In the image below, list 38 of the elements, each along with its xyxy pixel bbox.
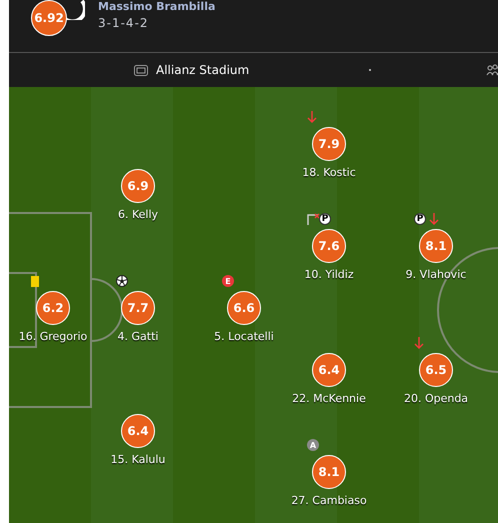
player-name: 4. Gatti xyxy=(118,330,158,343)
stadium-name: Allianz Stadium xyxy=(156,63,250,77)
player-name: 27. Cambiaso xyxy=(291,494,367,507)
event-badge: P xyxy=(319,213,331,225)
player-name: 20. Openda xyxy=(404,392,468,405)
event-badge: E xyxy=(222,275,234,287)
player-name: 18. Kostic xyxy=(302,166,356,179)
event-badge: P xyxy=(414,213,426,225)
rating-badge: 6.2 xyxy=(36,291,70,325)
player-name: 15. Kalulu xyxy=(110,453,166,466)
player-name: 22. McKennie xyxy=(292,392,366,405)
coach-name: Massimo Brambilla xyxy=(98,0,216,13)
stadium-icon xyxy=(134,64,148,76)
event-badge: A xyxy=(307,439,319,451)
football-icon xyxy=(116,275,128,287)
goal-post-cross-icon xyxy=(307,213,321,225)
player-name: 6. Kelly xyxy=(118,208,158,221)
rating-badge: 7.6 xyxy=(312,229,346,263)
separator-dot xyxy=(369,69,372,71)
rating-badge: 7.7 xyxy=(121,291,155,325)
rating-badge: 7.9 xyxy=(312,127,346,161)
rating-badge: 6.4 xyxy=(121,414,155,448)
down-arrow-icon xyxy=(429,213,439,225)
booking-card-icon xyxy=(31,276,39,286)
rating-badge: 8.1 xyxy=(312,455,346,489)
player-name: 5. Locatelli xyxy=(214,330,274,343)
team-rating: 6.92 xyxy=(31,0,67,36)
rating-badge: 6.6 xyxy=(227,291,261,325)
rating-badge: 6.5 xyxy=(419,353,453,387)
down-arrow-icon xyxy=(414,337,424,349)
rating-badge: 8.1 xyxy=(419,229,453,263)
player-name: 9. Vlahovic xyxy=(406,268,466,281)
rating-badge: 6.9 xyxy=(121,169,155,203)
player-name: 10. Yildiz xyxy=(304,268,354,281)
formation: 3-1-4-2 xyxy=(98,16,150,30)
rating-badge: 6.4 xyxy=(312,353,346,387)
player-name: 16. Gregorio xyxy=(18,330,88,343)
down-arrow-icon xyxy=(307,111,317,123)
